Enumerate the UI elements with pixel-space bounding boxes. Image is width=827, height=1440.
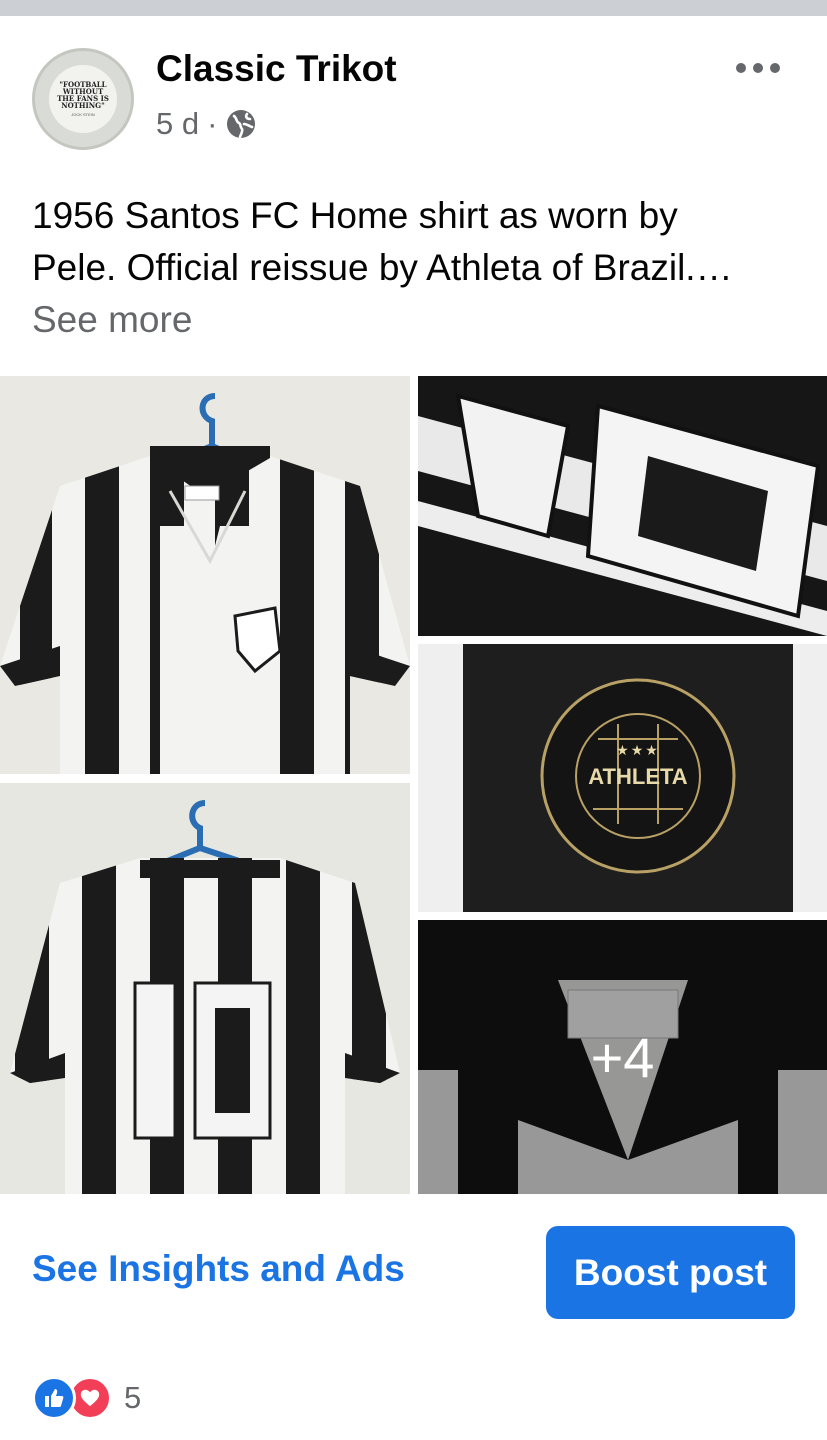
caption-line: Pele. Official reissue by Athleta of Bra… bbox=[32, 247, 733, 288]
post-actions: See Insights and Ads Boost post bbox=[0, 1210, 827, 1340]
post-header: "FOOTBALL WITHOUT THE FANS IS NOTHING" J… bbox=[0, 16, 827, 176]
boost-post-button[interactable]: Boost post bbox=[546, 1226, 795, 1319]
dot bbox=[753, 63, 763, 73]
avatar-quote: "FOOTBALL WITHOUT THE FANS IS NOTHING" bbox=[57, 80, 109, 110]
reaction-count: 5 bbox=[124, 1380, 142, 1415]
photo-shirt-back[interactable] bbox=[0, 783, 410, 1194]
shirt-front-image bbox=[0, 376, 410, 774]
badge-stars: ★★★ bbox=[616, 742, 660, 758]
like-reaction-icon bbox=[32, 1376, 76, 1420]
see-insights-link[interactable]: See Insights and Ads bbox=[32, 1248, 405, 1290]
globe-icon bbox=[227, 110, 256, 139]
post-timestamp[interactable]: 5 d bbox=[156, 106, 199, 142]
thumbs-up-icon bbox=[45, 1389, 64, 1407]
dot bbox=[736, 63, 746, 73]
page-name[interactable]: Classic Trikot bbox=[156, 48, 397, 90]
photo-number-closeup[interactable] bbox=[418, 376, 827, 636]
avatar-attribution: JOCK STEIN bbox=[71, 112, 95, 117]
post-caption: 1956 Santos FC Home shirt as worn by Pel… bbox=[32, 190, 802, 294]
dot bbox=[770, 63, 780, 73]
more-photos-count: +4 bbox=[590, 1025, 655, 1089]
post-meta: 5 d · bbox=[156, 106, 257, 142]
heart-icon bbox=[80, 1389, 100, 1407]
page-avatar[interactable]: "FOOTBALL WITHOUT THE FANS IS NOTHING" J… bbox=[32, 48, 134, 150]
photo-shirt-front[interactable] bbox=[0, 376, 410, 774]
photo-athleta-badge[interactable]: ATHLETA ★★★ bbox=[418, 644, 827, 912]
number-closeup-image bbox=[418, 376, 827, 636]
meta-separator: · bbox=[207, 106, 218, 141]
top-divider bbox=[0, 0, 827, 16]
see-more-link[interactable]: See more bbox=[32, 294, 192, 346]
more-options-icon[interactable] bbox=[730, 52, 786, 84]
caption-line: 1956 Santos FC Home shirt as worn by bbox=[32, 195, 678, 236]
reactions-summary[interactable]: 5 bbox=[32, 1376, 141, 1420]
avatar-badge: "FOOTBALL WITHOUT THE FANS IS NOTHING" J… bbox=[49, 65, 117, 133]
badge-brand: ATHLETA bbox=[588, 764, 688, 789]
more-photos-overlay[interactable]: +4 bbox=[418, 920, 827, 1194]
shirt-back-image bbox=[0, 783, 410, 1194]
photo-collar-label[interactable]: +4 bbox=[418, 920, 827, 1194]
